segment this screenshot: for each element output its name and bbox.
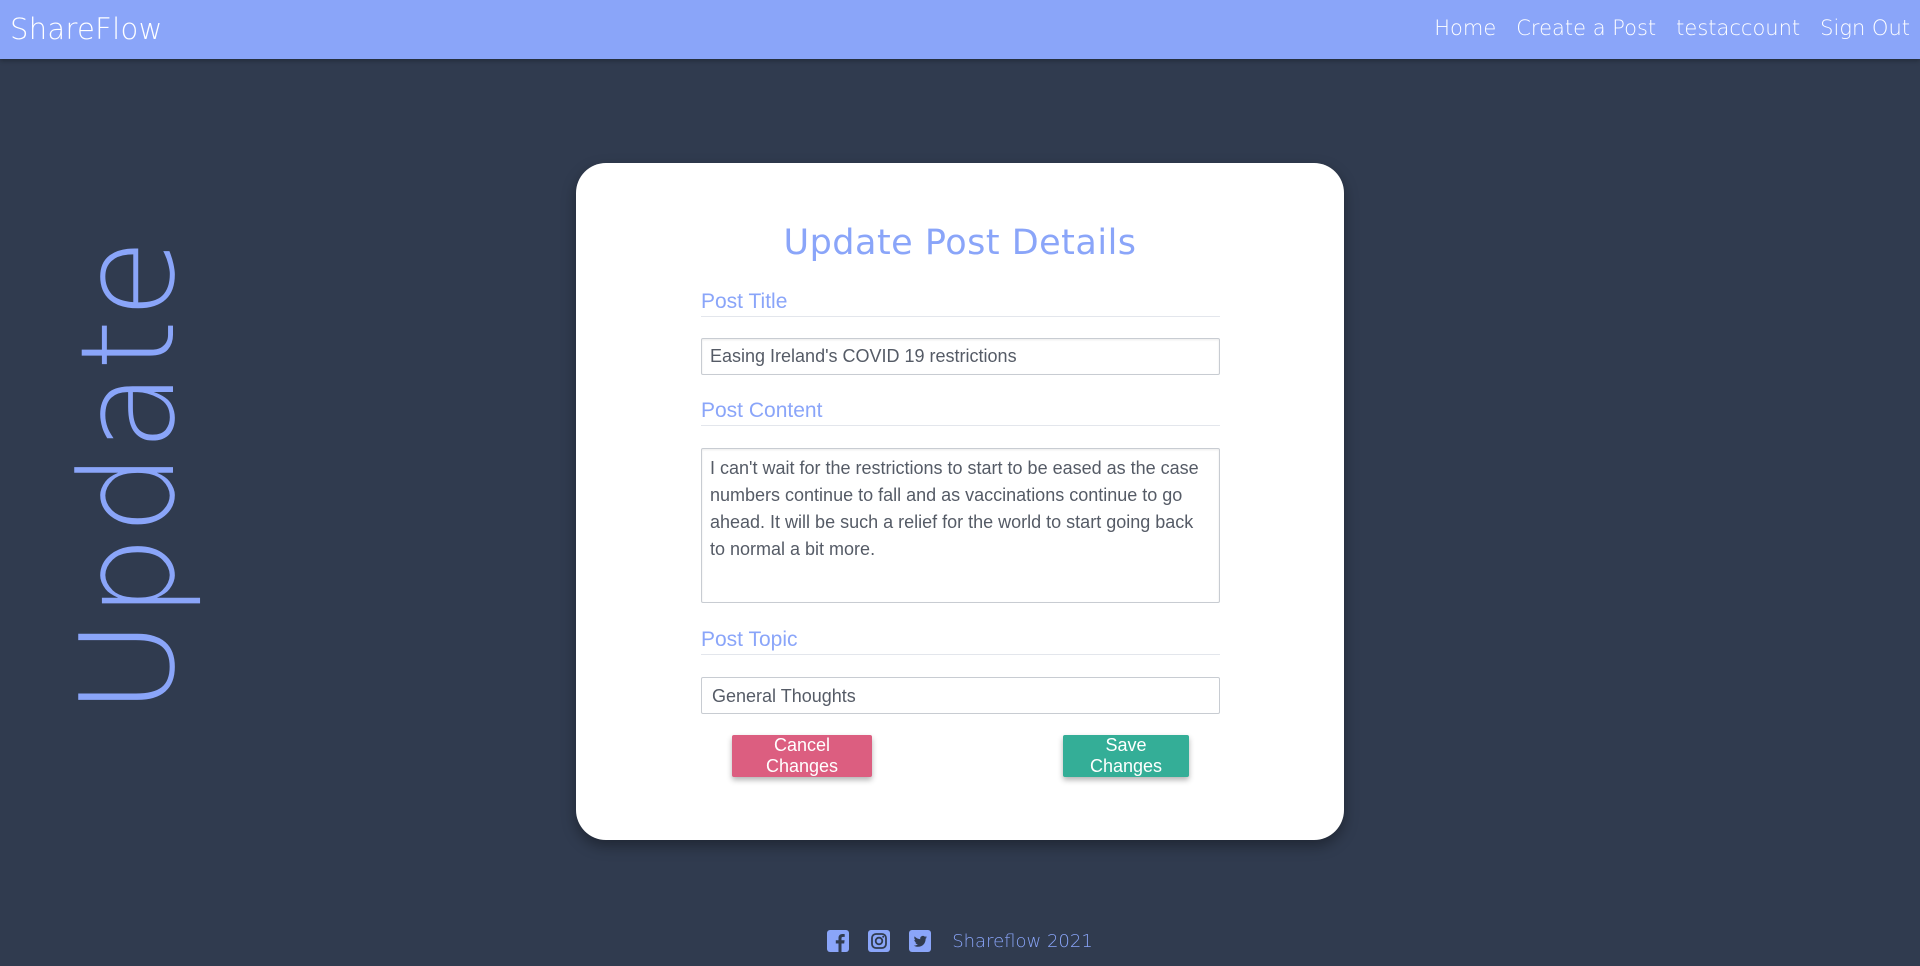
cancel-changes-button[interactable]: Cancel Changes (732, 735, 872, 777)
update-post-card: Update Post Details Post Title Post Cont… (576, 163, 1344, 840)
form-title: Update Post Details (783, 223, 1137, 263)
instagram-icon[interactable] (868, 930, 891, 952)
post-title-input[interactable] (701, 338, 1220, 375)
footer: Shareflow 2021 (0, 930, 1920, 952)
post-topic-select[interactable]: General Thoughts (701, 677, 1220, 714)
post-topic-label: Post Topic (701, 628, 1220, 655)
save-changes-button[interactable]: Save Changes (1063, 735, 1189, 777)
nav-link-sign-out[interactable]: Sign Out (1820, 16, 1910, 40)
post-title-label: Post Title (701, 290, 1220, 317)
nav-links: Home Create a Post testaccount Sign Out (1434, 16, 1910, 40)
twitter-icon[interactable] (909, 930, 932, 952)
post-content-textarea[interactable]: I can't wait for the restrictions to sta… (701, 448, 1220, 603)
navbar: ShareFlow Home Create a Post testaccount… (0, 0, 1920, 59)
post-content-label: Post Content (701, 399, 1220, 426)
brand-logo-link[interactable]: ShareFlow (10, 12, 163, 46)
nav-link-home[interactable]: Home (1434, 16, 1496, 40)
nav-link-create-post[interactable]: Create a Post (1516, 16, 1656, 40)
side-heading: Update (52, 237, 204, 715)
nav-link-account[interactable]: testaccount (1676, 16, 1800, 40)
facebook-icon[interactable] (827, 930, 850, 952)
footer-copyright: Shareflow 2021 (952, 930, 1093, 952)
